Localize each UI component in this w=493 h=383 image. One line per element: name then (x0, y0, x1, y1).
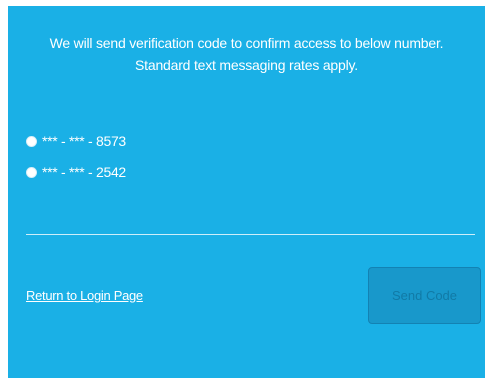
verification-panel: We will send verification code to confir… (8, 6, 485, 378)
phone-option-label: *** - *** - 8573 (42, 133, 126, 149)
send-code-button[interactable]: Send Code (368, 267, 481, 324)
phone-option-8573[interactable]: *** - *** - 8573 (26, 130, 126, 152)
radio-button-phone-2542[interactable] (26, 166, 37, 178)
return-to-login-link[interactable]: Return to Login Page (26, 288, 143, 303)
radio-button-phone-8573[interactable] (26, 135, 37, 147)
message-line-2: Standard text messaging rates apply. (135, 57, 358, 73)
phone-option-2542[interactable]: *** - *** - 2542 (26, 161, 126, 183)
verification-message: We will send verification code to confir… (18, 32, 475, 76)
divider (26, 234, 475, 235)
message-line-1: We will send verification code to confir… (49, 35, 444, 51)
phone-option-label: *** - *** - 2542 (42, 164, 126, 180)
phone-options: *** - *** - 8573 *** - *** - 2542 (26, 130, 126, 192)
